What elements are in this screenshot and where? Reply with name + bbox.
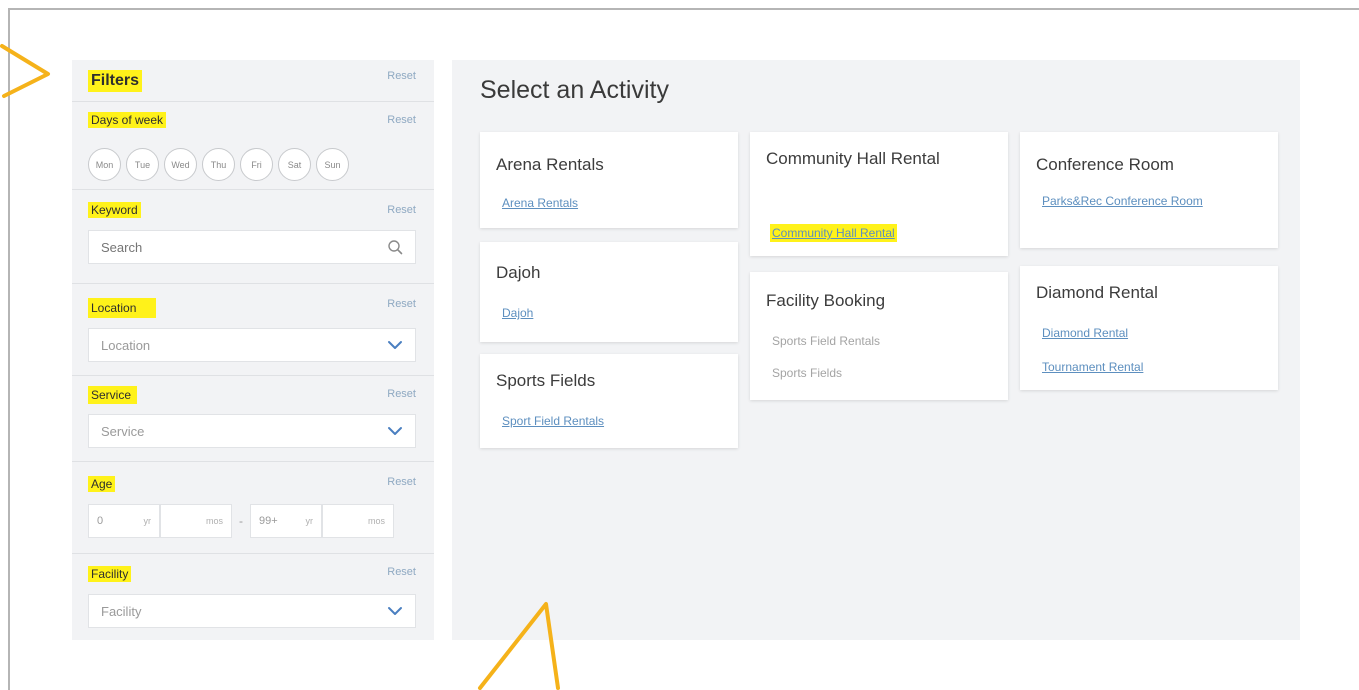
card-title: Arena Rentals bbox=[496, 155, 604, 174]
age-range-separator: - bbox=[239, 514, 243, 528]
activity-panel: Select an Activity Arena Rentals Arena R… bbox=[452, 60, 1300, 640]
service-select-value: Service bbox=[101, 423, 145, 439]
age-min-months-field[interactable]: mos bbox=[160, 504, 232, 538]
activity-card-community-hall-rental[interactable]: Community Hall Rental Community Hall Ren… bbox=[750, 132, 1008, 256]
annotation-arrow-icon bbox=[478, 602, 560, 690]
location-select-value: Location bbox=[101, 337, 151, 353]
day-toggle-sat[interactable]: Sat bbox=[278, 148, 311, 181]
keyword-search-input[interactable] bbox=[101, 239, 403, 255]
age-max-years-unit: yr bbox=[305, 516, 314, 526]
activity-link[interactable]: Diamond Rental bbox=[1042, 324, 1128, 342]
location-reset-link[interactable]: Reset bbox=[387, 298, 416, 310]
activity-link[interactable]: Parks&Rec Conference Room bbox=[1042, 192, 1242, 210]
card-title: Conference Room bbox=[1036, 155, 1174, 174]
chevron-down-icon bbox=[388, 427, 402, 435]
card-title: Community Hall Rental bbox=[766, 149, 940, 168]
age-min-months-unit: mos bbox=[205, 516, 223, 526]
filters-sidebar: Filters Reset Days of week Reset Mon Tue… bbox=[72, 60, 434, 640]
filters-reset-link[interactable]: Reset bbox=[387, 70, 416, 82]
filters-header: Filters Reset bbox=[72, 60, 434, 102]
activity-link[interactable]: Sport Field Rentals bbox=[502, 412, 604, 430]
activity-card-sports-fields[interactable]: Sports Fields Sport Field Rentals bbox=[480, 354, 738, 448]
activity-link[interactable]: Arena Rentals bbox=[502, 194, 578, 212]
activity-card-arena-rentals[interactable]: Arena Rentals Arena Rentals bbox=[480, 132, 738, 228]
location-section: Location Reset Location bbox=[72, 284, 434, 376]
service-reset-link[interactable]: Reset bbox=[387, 388, 416, 400]
age-max-years-field[interactable]: 99+ yr bbox=[250, 504, 322, 538]
activity-card-facility-booking[interactable]: Facility Booking Sports Field Rentals Sp… bbox=[750, 272, 1008, 400]
page-title: Select an Activity bbox=[480, 76, 669, 104]
day-toggle-sun[interactable]: Sun bbox=[316, 148, 349, 181]
keyword-label: Keyword bbox=[88, 202, 141, 218]
activity-card-dajoh[interactable]: Dajoh Dajoh bbox=[480, 242, 738, 342]
service-label: Service bbox=[88, 386, 138, 404]
keyword-reset-link[interactable]: Reset bbox=[387, 204, 416, 216]
card-title: Diamond Rental bbox=[1036, 283, 1158, 302]
activity-link[interactable]: Dajoh bbox=[502, 304, 533, 322]
location-select[interactable]: Location bbox=[88, 328, 416, 362]
age-min-years-field[interactable]: 0 yr bbox=[88, 504, 160, 538]
activity-card-diamond-rental[interactable]: Diamond Rental Diamond Rental Tournament… bbox=[1020, 266, 1278, 390]
age-min-years-value: 0 bbox=[97, 515, 104, 527]
facility-label: Facility bbox=[88, 566, 132, 582]
age-max-years-value: 99+ bbox=[259, 515, 278, 527]
card-title: Dajoh bbox=[496, 263, 541, 282]
day-toggle-wed[interactable]: Wed bbox=[164, 148, 197, 181]
day-toggle-fri[interactable]: Fri bbox=[240, 148, 273, 181]
age-section: Age Reset 0 yr mos - 99+ yr mos bbox=[72, 462, 434, 554]
keyword-search-field bbox=[88, 230, 416, 264]
card-title: Sports Fields bbox=[496, 371, 596, 390]
facility-select-value: Facility bbox=[101, 603, 142, 619]
age-range: 0 yr mos - 99+ yr mos bbox=[88, 504, 394, 538]
activity-link[interactable]: Community Hall Rental bbox=[770, 224, 897, 242]
days-of-week-label: Days of week bbox=[88, 112, 167, 128]
day-toggle-thu[interactable]: Thu bbox=[202, 148, 235, 181]
days-reset-link[interactable]: Reset bbox=[387, 114, 416, 126]
chevron-down-icon bbox=[388, 341, 402, 349]
location-label: Location bbox=[88, 298, 157, 318]
age-label: Age bbox=[88, 476, 116, 492]
activity-item[interactable]: Sports Fields bbox=[772, 364, 842, 382]
day-toggle-tue[interactable]: Tue bbox=[126, 148, 159, 181]
activity-link[interactable]: Tournament Rental bbox=[1042, 358, 1143, 376]
days-of-week-section: Days of week Reset Mon Tue Wed Thu Fri S… bbox=[72, 102, 434, 190]
day-toggle-mon[interactable]: Mon bbox=[88, 148, 121, 181]
filters-title: Filters bbox=[88, 70, 143, 92]
card-title: Facility Booking bbox=[766, 291, 886, 310]
service-section: Service Reset Service bbox=[72, 376, 434, 462]
facility-section: Facility Reset Facility bbox=[72, 554, 434, 640]
annotation-arrow-icon bbox=[0, 44, 50, 98]
age-max-months-field[interactable]: mos bbox=[322, 504, 394, 538]
service-select[interactable]: Service bbox=[88, 414, 416, 448]
facility-select[interactable]: Facility bbox=[88, 594, 416, 628]
days-toggle-group: Mon Tue Wed Thu Fri Sat Sun bbox=[88, 148, 349, 181]
keyword-section: Keyword Reset bbox=[72, 190, 434, 284]
activity-card-conference-room[interactable]: Conference Room Parks&Rec Conference Roo… bbox=[1020, 132, 1278, 248]
facility-reset-link[interactable]: Reset bbox=[387, 566, 416, 578]
search-icon[interactable] bbox=[387, 239, 403, 255]
age-min-years-unit: yr bbox=[143, 516, 152, 526]
activity-item[interactable]: Sports Field Rentals bbox=[772, 332, 880, 350]
chevron-down-icon bbox=[388, 607, 402, 615]
age-max-months-unit: mos bbox=[367, 516, 385, 526]
age-reset-link[interactable]: Reset bbox=[387, 476, 416, 488]
